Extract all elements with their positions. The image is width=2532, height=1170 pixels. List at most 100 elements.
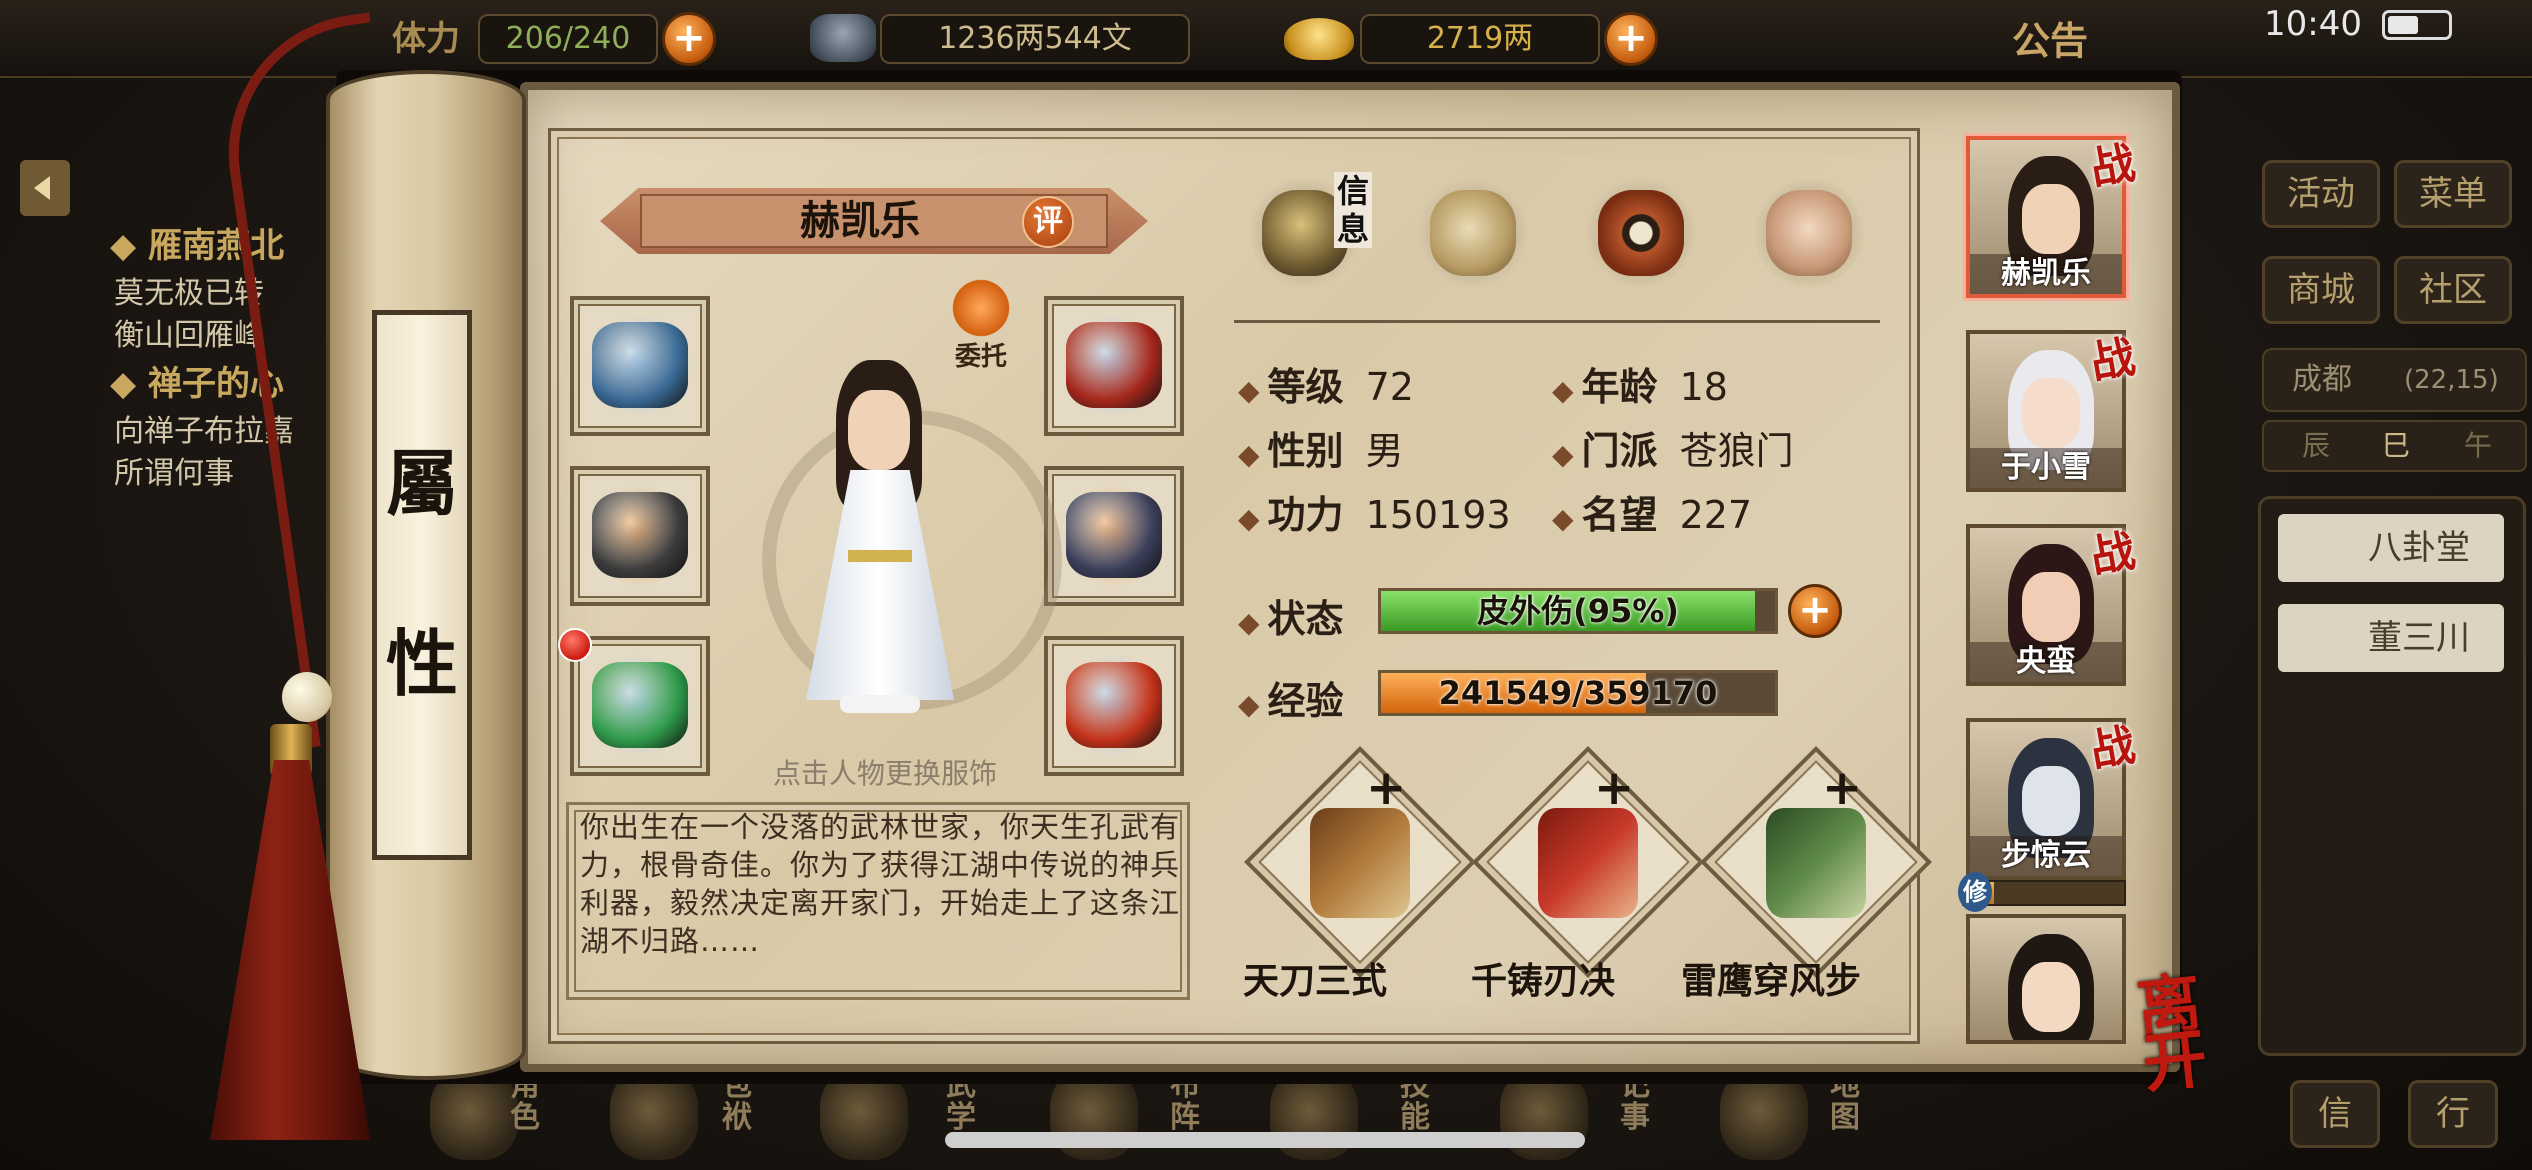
clock: 10:40 [2264, 4, 2362, 44]
tab-scroll[interactable] [1410, 170, 1536, 296]
hero-robe [806, 470, 954, 700]
leave-button[interactable]: 离开 [2133, 965, 2255, 1102]
stat-gender-value: 男 [1365, 429, 1404, 473]
status-bar-text: 皮外伤(95%) [1477, 592, 1679, 630]
add-stamina-button[interactable]: + [662, 12, 716, 66]
skill-add-2-icon[interactable]: + [1594, 760, 1634, 816]
tab-bagua[interactable] [1578, 170, 1704, 296]
hero-face [848, 390, 910, 470]
location-coords: (22,15) [2404, 365, 2499, 395]
stat-age: ◆ 年龄 18 [1552, 364, 1728, 409]
party-member-name: 赫凯乐 [1970, 254, 2122, 294]
stamina-label: 体力 [392, 19, 460, 59]
stat-age-value: 18 [1679, 365, 1728, 409]
skill-name-1: 天刀三式 [1242, 960, 1387, 1002]
entrust-label[interactable]: 委托 [946, 336, 1016, 373]
scroll-title-label: 屬 性 [372, 310, 472, 860]
notification-dot [558, 628, 592, 662]
party-member-name: 央蛮 [1970, 642, 2122, 682]
stat-sect-value: 苍狼门 [1679, 429, 1794, 473]
member-face [2022, 572, 2080, 642]
menu-button[interactable]: 菜单 [2394, 160, 2512, 228]
stat-status-label: 状态 [1267, 596, 1344, 641]
scroll-title-char-2: 性 [385, 621, 458, 706]
member-face [2022, 378, 2080, 448]
npc-item-2[interactable]: 董三川 [2278, 604, 2504, 672]
equip-slot-armor[interactable] [1044, 466, 1184, 606]
community-button[interactable]: 社区 [2394, 256, 2512, 324]
hero-belt [848, 550, 912, 562]
character-portrait[interactable] [800, 360, 960, 720]
party-member-5[interactable] [1966, 914, 2126, 1044]
time-slot-3: 午 [2464, 429, 2493, 462]
time-slot-2: 巳 [2382, 429, 2411, 462]
notice-button[interactable]: 公告 [2012, 10, 2088, 65]
quest-desc-1b: 衡山回雁峰 [114, 318, 264, 353]
equip-slot-weapon[interactable] [570, 466, 710, 606]
party-member-name: 于小雪 [1970, 448, 2122, 488]
top-hud: 体力 206/240 + 1236两544文 2719两 + 公告 10:40 [0, 0, 2532, 78]
stamina-value: 206/240 [478, 14, 658, 64]
rate-button[interactable]: 评 [1022, 196, 1074, 248]
action-button[interactable]: 行 [2408, 1080, 2498, 1148]
mail-button[interactable]: 信 [2290, 1080, 2380, 1148]
party-member-name: 步惊云 [1970, 836, 2122, 876]
time-slot-1: 辰 [2302, 429, 2331, 462]
location-display[interactable]: 成都 (22,15) [2262, 348, 2527, 412]
stat-sect-label: 门派 [1581, 428, 1658, 473]
cleaver-icon [592, 492, 688, 578]
scroll-green-icon [1766, 808, 1866, 918]
stat-level: ◆ 等级 72 [1238, 364, 1414, 409]
location-name: 成都 [2292, 362, 2352, 397]
quest-desc-2b: 所谓何事 [114, 456, 234, 491]
shop-button[interactable]: 商城 [2262, 256, 2380, 324]
scroll-icon [1430, 190, 1516, 276]
ring-icon [592, 662, 688, 748]
activity-button[interactable]: 活动 [2262, 160, 2380, 228]
battery-icon [2382, 10, 2452, 40]
npc-item-1[interactable]: 八卦堂 [2278, 514, 2504, 582]
pendant-icon [1066, 662, 1162, 748]
stat-power-value: 150193 [1365, 493, 1511, 537]
stat-sect: ◆ 门派 苍狼门 [1552, 428, 1794, 473]
scroll-title-char-1: 屬 [385, 441, 458, 526]
stat-gender-label: 性别 [1267, 428, 1344, 473]
quest-desc-1a: 莫无极已转 [114, 276, 264, 311]
member-face [2022, 962, 2080, 1032]
skill-add-1-icon[interactable]: + [1366, 760, 1406, 816]
stat-gender: ◆ 性别男 [1238, 428, 1404, 473]
skill-name-3: 雷鹰穿风步 [1680, 960, 1861, 1002]
stats-divider [1234, 320, 1880, 323]
equip-slot-belt[interactable] [1044, 296, 1184, 436]
muscle-icon [1766, 190, 1852, 276]
collapse-arrow-icon[interactable] [20, 160, 70, 216]
skill-add-3-icon[interactable]: + [1822, 760, 1862, 816]
heal-button[interactable]: + [1788, 584, 1842, 638]
stat-exp: ◆ 经验 [1238, 678, 1344, 723]
entrust-icon[interactable] [946, 278, 1016, 338]
home-indicator [945, 1132, 1585, 1148]
scroll-red-icon [1538, 808, 1638, 918]
stat-fame-label: 名望 [1581, 492, 1658, 537]
tab-body[interactable] [1746, 170, 1872, 296]
stat-level-value: 72 [1365, 365, 1414, 409]
stat-power: ◆ 功力 150193 [1238, 492, 1511, 537]
equip-slot-accessory[interactable] [1044, 636, 1184, 776]
stat-power-label: 功力 [1267, 492, 1344, 537]
add-gold-button[interactable]: + [1604, 12, 1658, 66]
stat-status: ◆ 状态 [1238, 596, 1344, 641]
stat-age-label: 年龄 [1581, 364, 1658, 409]
character-bio: 你出生在一个没落的武林世家，你天生孔武有力，根骨奇佳。你为了获得江湖中传说的神兵… [580, 810, 1181, 958]
gold-value: 2719两 [1360, 14, 1600, 64]
book-icon [1310, 808, 1410, 918]
stat-fame-value: 227 [1679, 493, 1753, 537]
stat-level-label: 等级 [1267, 364, 1344, 409]
member-face [2022, 184, 2080, 254]
equip-slot-ring[interactable] [570, 636, 710, 776]
tab-info-label: 信息 [1334, 172, 1372, 248]
exp-bar-text: 241549/359170 [1438, 674, 1718, 712]
exp-bar: 241549/359170 [1378, 670, 1778, 716]
gold-ingot-icon [1284, 18, 1354, 60]
status-bar: 皮外伤(95%) [1378, 588, 1778, 634]
equip-slot-gloves[interactable] [570, 296, 710, 436]
